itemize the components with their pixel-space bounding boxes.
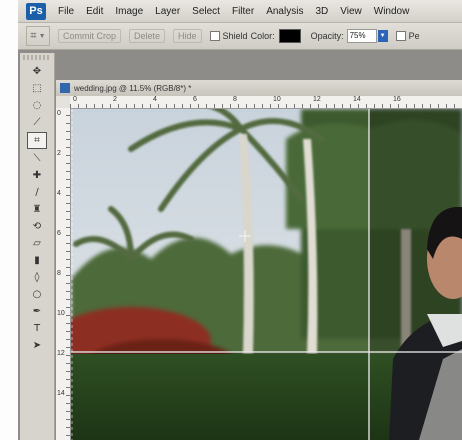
menu-3d[interactable]: 3D xyxy=(315,6,328,17)
gradient-icon[interactable]: ▮ xyxy=(28,253,46,268)
tool-preset-picker[interactable]: ⌗ ▼ xyxy=(26,26,50,46)
chevron-down-icon: ▼ xyxy=(38,32,46,40)
move-icon[interactable]: ✥ xyxy=(28,64,46,79)
shield-label: Shield xyxy=(222,31,248,41)
marquee-icon[interactable]: ⬚ xyxy=(28,81,46,96)
eraser-icon[interactable]: ▱ xyxy=(28,236,46,251)
eyedropper-icon[interactable]: ⟍ xyxy=(28,151,46,166)
menu-view[interactable]: View xyxy=(340,6,362,17)
menu-edit[interactable]: Edit xyxy=(86,6,103,17)
menu-bar: Ps File Edit Image Layer Select Filter A… xyxy=(18,0,462,23)
ruler-h-label: 16 xyxy=(393,96,401,103)
ruler-v-label: 12 xyxy=(57,350,65,357)
delete-crop-button[interactable]: Delete xyxy=(129,29,166,43)
shield-checkbox[interactable] xyxy=(209,31,220,41)
menu-select[interactable]: Select xyxy=(192,6,220,17)
image-canvas[interactable] xyxy=(71,109,462,440)
blur-icon[interactable]: ◊ xyxy=(28,270,46,285)
document-icon xyxy=(60,83,70,93)
photoshop-window: Ps File Edit Image Layer Select Filter A… xyxy=(18,0,462,440)
ruler-h-label: 2 xyxy=(113,96,117,103)
quick-select-icon[interactable]: ⟋ xyxy=(28,115,46,130)
ruler-h-label: 6 xyxy=(193,96,197,103)
hide-crop-button[interactable]: Hide xyxy=(173,29,202,43)
app-logo[interactable]: Ps xyxy=(26,2,46,20)
panel-grip[interactable] xyxy=(23,55,51,60)
document-tab[interactable]: wedding.jpg @ 11.5% (RGB/8*) * xyxy=(56,80,462,97)
ruler-h-label: 0 xyxy=(73,96,77,103)
horizontal-ruler[interactable]: 0 2 4 6 8 10 12 14 16 xyxy=(70,96,462,109)
lasso-icon[interactable]: ◌ xyxy=(28,98,46,113)
document-title: wedding.jpg @ 11.5% (RGB/8*) * xyxy=(74,83,192,93)
ruler-h-label: 8 xyxy=(233,96,237,103)
ruler-v-label: 10 xyxy=(57,310,65,317)
shield-color-swatch[interactable] xyxy=(278,29,301,43)
pen-icon[interactable]: ✒ xyxy=(28,304,46,319)
opacity-field[interactable]: 75% xyxy=(346,29,377,43)
wedding-photo xyxy=(71,109,462,440)
brush-icon[interactable]: ∕ xyxy=(28,185,46,200)
ruler-h-label: 4 xyxy=(153,96,157,103)
ruler-v-label: 2 xyxy=(57,150,61,157)
color-label: Color: xyxy=(250,31,275,41)
ruler-h-label: 14 xyxy=(353,96,361,103)
crop-icon: ⌗ xyxy=(30,29,37,42)
perspective-checkbox[interactable] xyxy=(395,31,406,41)
path-select-icon[interactable]: ➤ xyxy=(28,338,46,353)
perspective-label: Pe xyxy=(408,31,420,41)
commit-crop-button[interactable]: Commit Crop xyxy=(58,29,122,43)
vertical-ruler[interactable]: 0 2 4 6 8 10 12 14 xyxy=(56,108,71,440)
menu-layer[interactable]: Layer xyxy=(155,6,180,17)
ruler-v-label: 8 xyxy=(57,270,61,277)
menu-file[interactable]: File xyxy=(58,6,74,17)
ruler-v-label: 6 xyxy=(57,230,61,237)
dodge-icon[interactable]: ○ xyxy=(28,287,46,302)
crop-icon[interactable]: ⌗ xyxy=(27,132,47,149)
opacity-label: Opacity: xyxy=(310,31,344,41)
ruler-h-label: 10 xyxy=(273,96,281,103)
ruler-v-label: 4 xyxy=(57,190,61,197)
tools-panel: ✥ ⬚ ◌ ⟋ ⌗ ⟍ ✚ ∕ ♜ ⟲ ▱ ▮ ◊ ○ ✒ T ➤ xyxy=(20,53,55,440)
healing-brush-icon[interactable]: ✚ xyxy=(28,168,46,183)
document-window: wedding.jpg @ 11.5% (RGB/8*) * 0 2 4 6 8… xyxy=(56,80,462,440)
ruler-v-label: 0 xyxy=(57,110,61,117)
menu-window[interactable]: Window xyxy=(374,6,410,17)
clone-stamp-icon[interactable]: ♜ xyxy=(28,202,46,217)
history-brush-icon[interactable]: ⟲ xyxy=(28,219,46,234)
opacity-dropdown-icon[interactable]: ▼ xyxy=(377,30,388,42)
menu-image[interactable]: Image xyxy=(115,6,143,17)
options-bar: ⌗ ▼ Commit Crop Delete Hide Shield Color… xyxy=(18,23,462,50)
menu-filter[interactable]: Filter xyxy=(232,6,254,17)
menu-analysis[interactable]: Analysis xyxy=(266,6,303,17)
type-icon[interactable]: T xyxy=(28,321,46,336)
ruler-h-label: 12 xyxy=(313,96,321,103)
ruler-v-label: 14 xyxy=(57,390,65,397)
